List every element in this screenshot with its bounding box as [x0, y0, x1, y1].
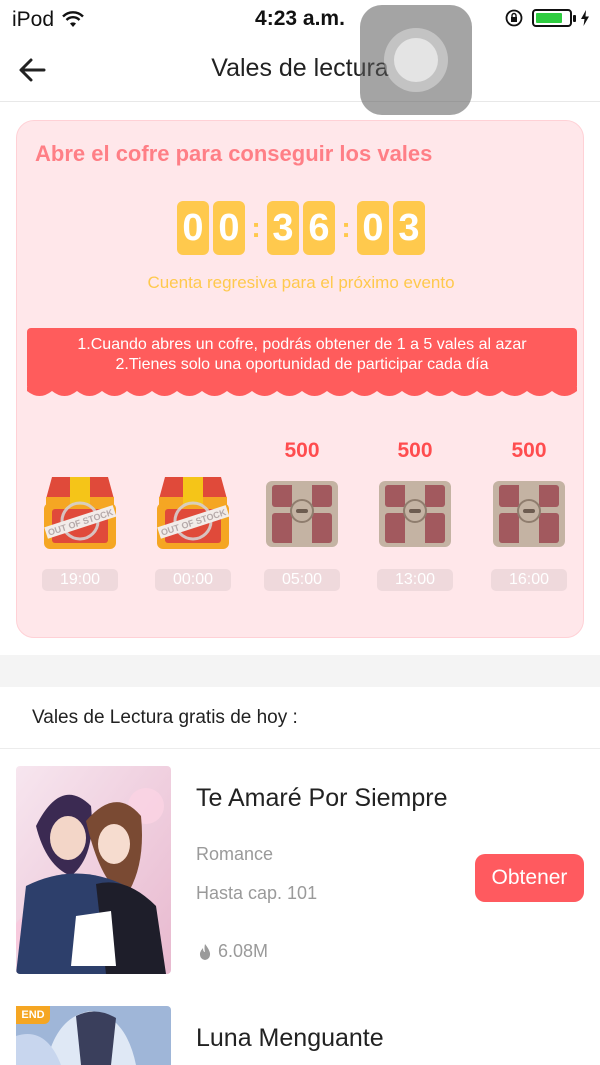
- chest-price: 500: [511, 439, 547, 462]
- chest-time: 00:00: [155, 569, 231, 591]
- flame-icon: [199, 943, 211, 960]
- book-title[interactable]: Luna Menguante: [196, 1024, 384, 1053]
- charging-icon: [581, 10, 589, 26]
- book-views: 6.08M: [198, 941, 268, 962]
- battery-level: [536, 13, 562, 23]
- chest-slot[interactable]: OUT OF STOCK 00:00: [148, 431, 238, 601]
- divider: [0, 748, 600, 749]
- chest-price: 500: [284, 439, 320, 462]
- countdown-digit: 0: [357, 201, 389, 255]
- book-chapters: Hasta cap. 101: [196, 883, 318, 903]
- assistive-touch-button[interactable]: [360, 5, 472, 115]
- chest-event-card: Abre el cofre para conseguir los vales 0…: [16, 120, 584, 638]
- locked-chest-icon: [266, 481, 338, 547]
- book-title[interactable]: Te Amaré Por Siempre: [196, 784, 448, 813]
- chest-price: 500: [397, 439, 433, 462]
- countdown-digit: 3: [267, 201, 299, 255]
- battery-icon: [532, 9, 576, 27]
- page-title: Vales de lectura: [211, 54, 389, 82]
- chest-slot[interactable]: 500 05:00: [257, 431, 347, 601]
- chest-row: OUT OF STOCK 19:00 OUT OF STOCK 00:00 50…: [17, 431, 585, 601]
- rule-line: 2.Tienes solo una oportunidad de partici…: [115, 356, 489, 373]
- rules-banner: 1.Cuando abres un cofre, podrás obtener …: [27, 328, 577, 390]
- countdown-separator: :: [341, 212, 351, 243]
- section-divider: [0, 655, 600, 687]
- countdown-separator: :: [251, 212, 261, 243]
- obtain-button[interactable]: Obtener: [475, 854, 584, 902]
- open-chest-icon: OUT OF STOCK: [44, 477, 117, 549]
- navigation-bar: Vales de lectura: [0, 40, 600, 102]
- countdown-digit: 3: [393, 201, 425, 255]
- locked-chest-icon: [379, 481, 451, 547]
- chest-time: 16:00: [491, 569, 567, 591]
- open-chest-icon: OUT OF STOCK: [157, 477, 230, 549]
- status-right: [504, 8, 590, 28]
- views-count: 6.08M: [218, 941, 269, 961]
- book-genre: Romance: [196, 844, 274, 864]
- end-badge: END: [16, 1006, 50, 1024]
- chest-slot[interactable]: 500 13:00: [370, 431, 460, 601]
- chest-slot[interactable]: 500 16:00: [484, 431, 574, 601]
- book-cover[interactable]: [16, 766, 171, 974]
- countdown-timer: 0 0 : 3 6 : 0 3: [17, 201, 585, 255]
- countdown-digit: 0: [213, 201, 245, 255]
- banner-wave-edge: [27, 387, 577, 396]
- countdown-digit: 0: [177, 201, 209, 255]
- chest-slot[interactable]: OUT OF STOCK 19:00: [35, 431, 125, 601]
- rule-line: 1.Cuando abres un cofre, podrás obtener …: [77, 336, 527, 353]
- chest-time: 05:00: [264, 569, 340, 591]
- orientation-lock-icon: [505, 9, 523, 27]
- cover-illustration: [16, 766, 171, 974]
- status-bar: iPod 4:23 a.m.: [0, 0, 600, 40]
- locked-chest-icon: [493, 481, 565, 547]
- chest-time: 13:00: [377, 569, 453, 591]
- section-heading: Vales de Lectura gratis de hoy :: [32, 707, 298, 728]
- countdown-label: Cuenta regresiva para el próximo evento: [147, 273, 455, 292]
- chest-time: 19:00: [42, 569, 118, 591]
- countdown-digit: 6: [303, 201, 335, 255]
- event-title: Abre el cofre para conseguir los vales: [35, 141, 433, 166]
